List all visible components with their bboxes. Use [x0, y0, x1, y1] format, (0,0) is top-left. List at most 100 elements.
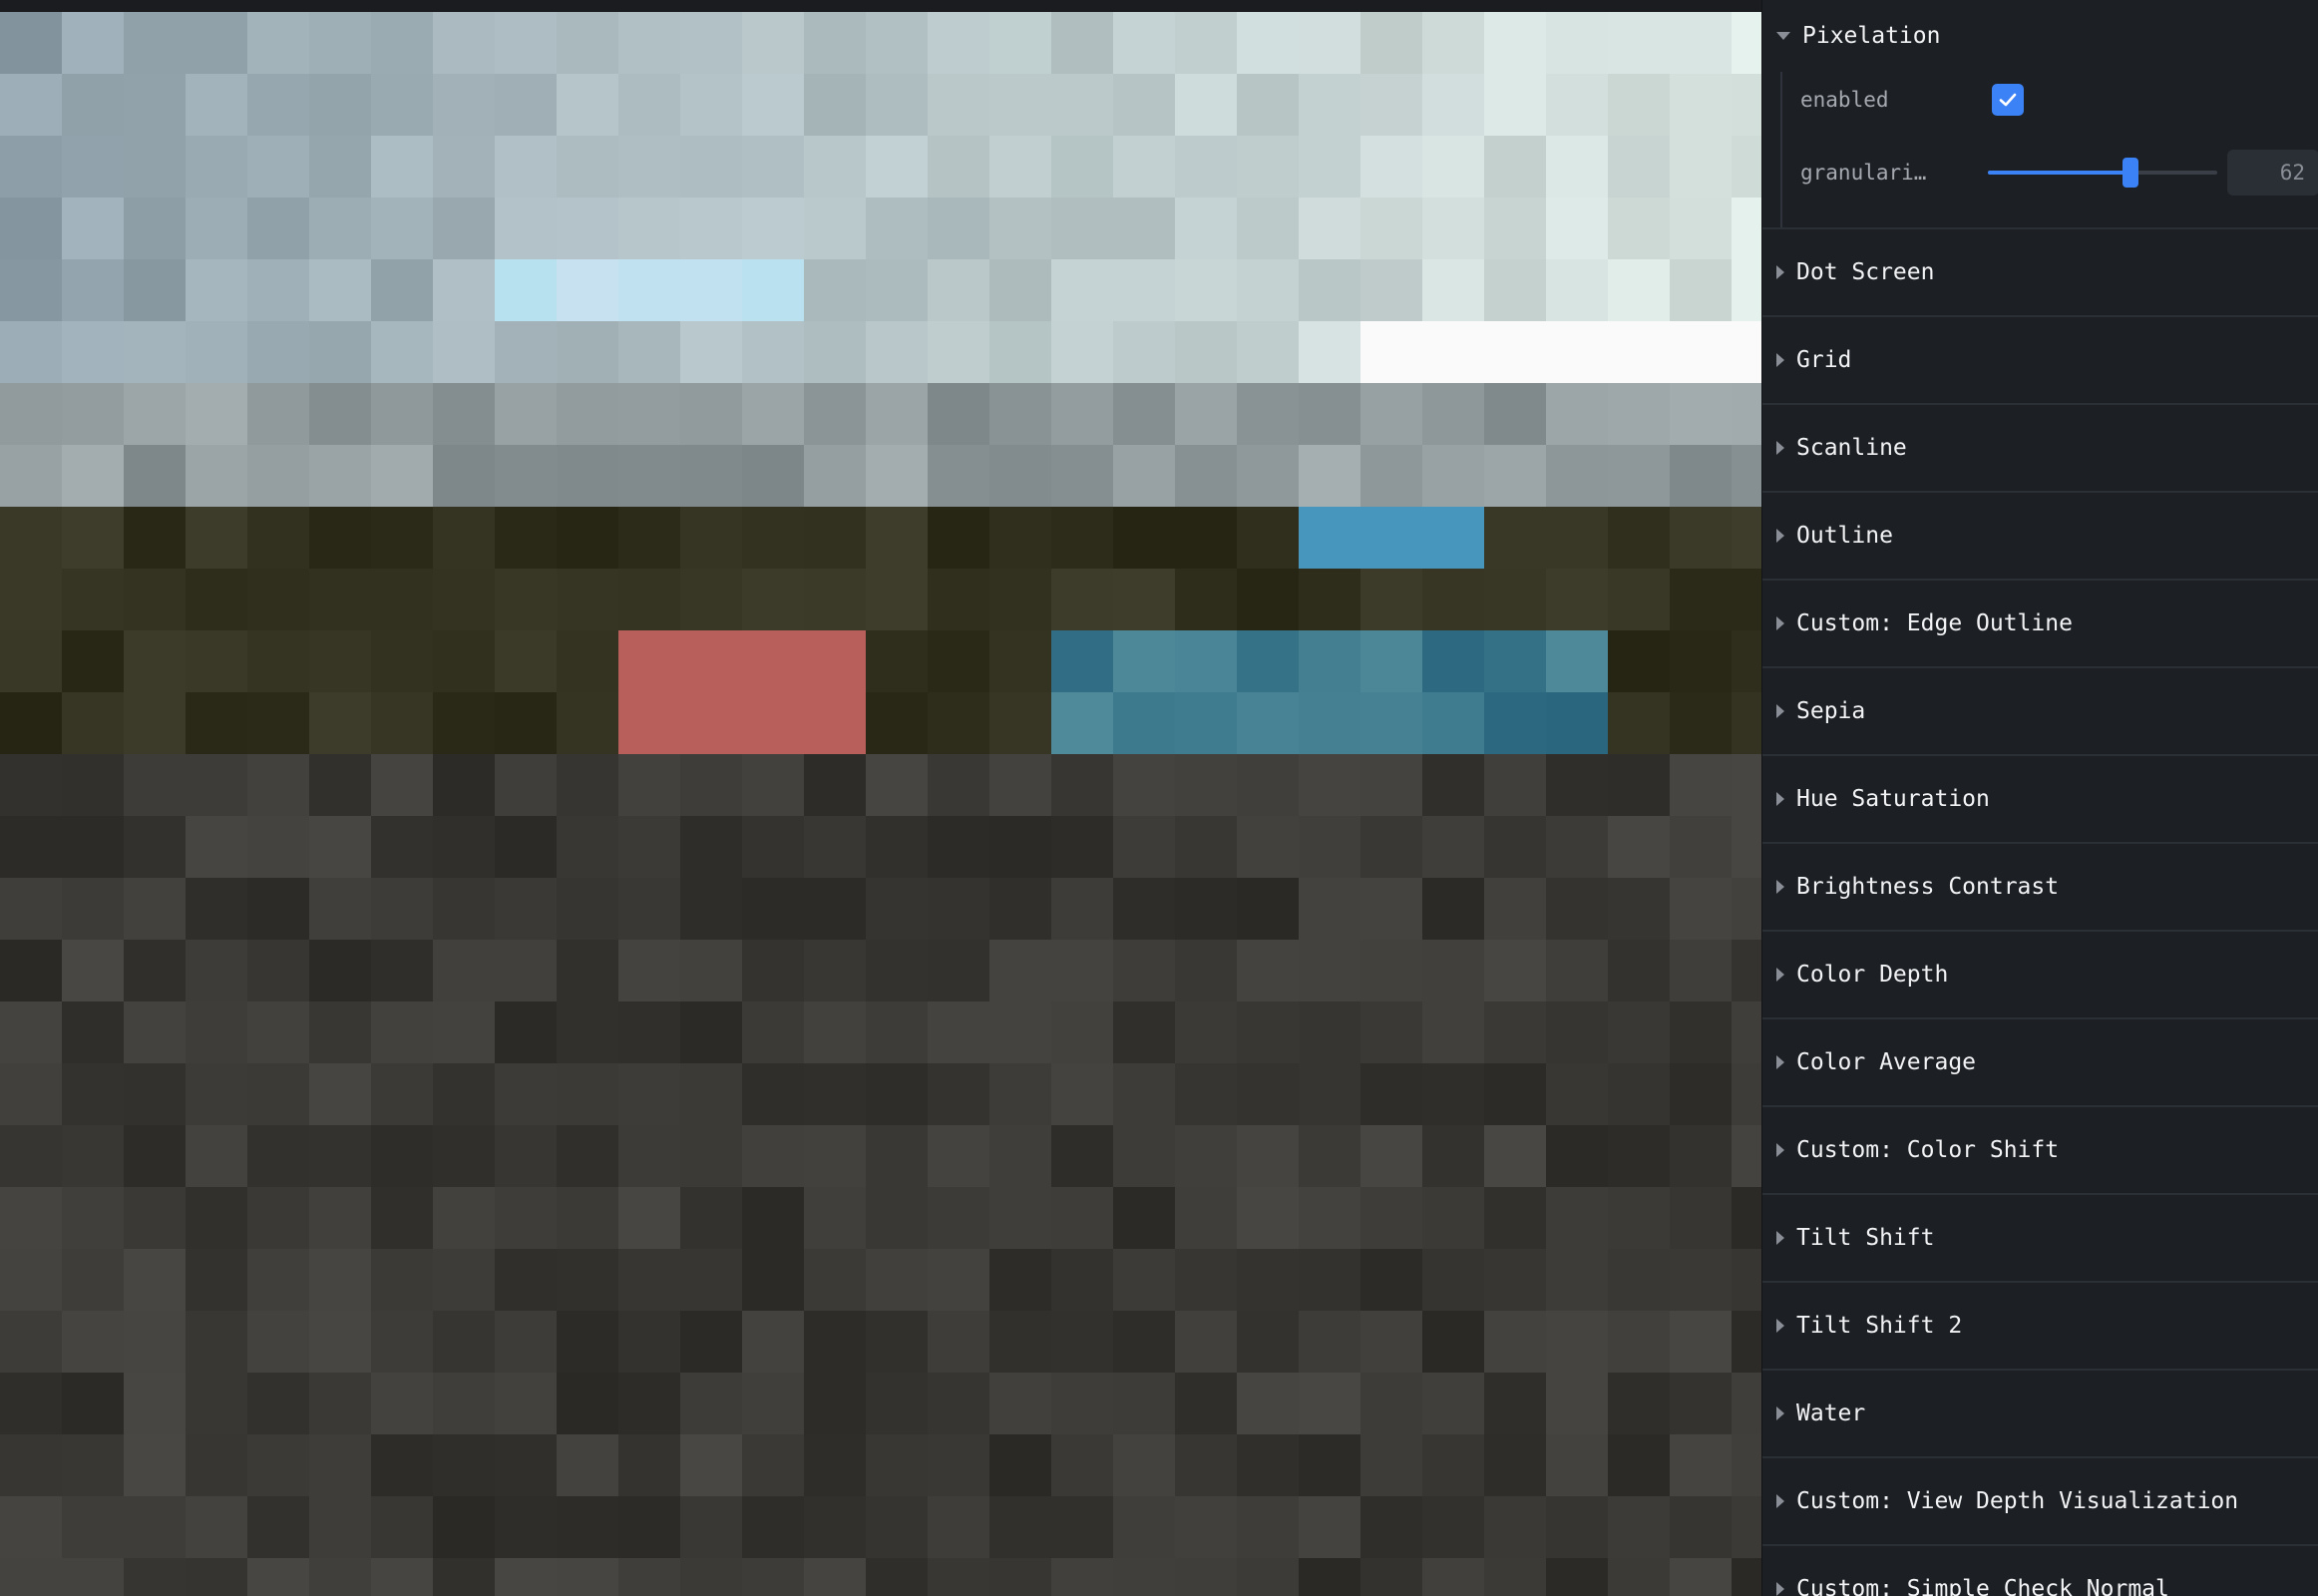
folder-scanline: Scanline [1762, 405, 2318, 493]
pixel-cell [1422, 198, 1484, 259]
pixel-cell [928, 1558, 989, 1596]
pixel-cell [742, 816, 804, 878]
pixel-cell [247, 136, 309, 198]
pixel-cell [309, 1063, 371, 1125]
pixel-cell [989, 816, 1051, 878]
pixel-cell [0, 259, 62, 321]
pixel-cell [989, 1311, 1051, 1373]
pixel-cell [1113, 940, 1175, 1001]
folder-title-custom-view-depth-visualization[interactable]: Custom: View Depth Visualization [1762, 1458, 2318, 1544]
folder-title-grid[interactable]: Grid [1762, 317, 2318, 403]
caret-right-icon [1776, 529, 1784, 543]
folder-title-sepia[interactable]: Sepia [1762, 668, 2318, 754]
pixel-cell [1113, 1373, 1175, 1434]
pixel-cell [247, 878, 309, 940]
pixel-cell [866, 1434, 928, 1496]
pixel-cell [62, 1001, 124, 1063]
caret-right-icon [1776, 616, 1784, 630]
pixel-cell [1670, 1249, 1732, 1311]
pixel-cell [618, 507, 680, 569]
folder-title-water[interactable]: Water [1762, 1371, 2318, 1456]
pixel-cell [866, 630, 928, 692]
pixel-cell [1422, 1063, 1484, 1125]
pixel-cell [495, 1001, 557, 1063]
pixel-cell [1175, 569, 1237, 630]
pixel-cell [1299, 507, 1360, 569]
pixel-cell [1360, 1001, 1422, 1063]
folder-title-pixelation[interactable]: Pixelation [1762, 0, 2318, 72]
pixel-cell [309, 1496, 371, 1558]
pixel-cell [989, 1249, 1051, 1311]
pixel-cell [1608, 1496, 1670, 1558]
folder-title-hue-saturation[interactable]: Hue Saturation [1762, 756, 2318, 842]
pixel-cell [1608, 321, 1670, 383]
pixel-cell [557, 1249, 618, 1311]
pixel-cell [62, 630, 124, 692]
pixel-cell [804, 630, 866, 692]
pixel-cell [1113, 198, 1175, 259]
folder-title-tilt-shift[interactable]: Tilt Shift [1762, 1195, 2318, 1281]
pixel-cell [1299, 1496, 1360, 1558]
pixel-cell [124, 878, 186, 940]
pixel-cell [742, 12, 804, 74]
folder-title-color-depth[interactable]: Color Depth [1762, 932, 2318, 1017]
folder-title-brightness-contrast[interactable]: Brightness Contrast [1762, 844, 2318, 930]
folder-title-outline[interactable]: Outline [1762, 493, 2318, 579]
folder-title-dot-screen[interactable]: Dot Screen [1762, 229, 2318, 315]
pixel-cell [1299, 940, 1360, 1001]
folder-title-custom-edge-outline[interactable]: Custom: Edge Outline [1762, 581, 2318, 666]
pixel-cell [247, 259, 309, 321]
pixel-cell [371, 1496, 433, 1558]
pixel-cell [1608, 754, 1670, 816]
slider-thumb[interactable] [2122, 158, 2138, 188]
granularity-slider[interactable] [1987, 158, 2217, 188]
pixel-cell [618, 878, 680, 940]
pixel-cell [1237, 507, 1299, 569]
pixel-cell [742, 692, 804, 754]
pixel-cell [62, 569, 124, 630]
effects-panel: Pixelation enabled granulari… 62 Dot Scr… [1761, 0, 2318, 1596]
pixel-cell [1175, 1249, 1237, 1311]
pixel-cell [928, 1434, 989, 1496]
folder-title-scanline[interactable]: Scanline [1762, 405, 2318, 491]
pixel-cell [186, 816, 247, 878]
pixel-cell [989, 507, 1051, 569]
pixel-cell [866, 1001, 928, 1063]
granularity-value-input[interactable]: 62 [2226, 150, 2318, 196]
render-viewport[interactable] [0, 12, 1761, 1596]
caret-right-icon [1776, 441, 1784, 455]
pixel-cell [371, 1434, 433, 1496]
pixel-cell [928, 1187, 989, 1249]
folder-title-tilt-shift-2[interactable]: Tilt Shift 2 [1762, 1283, 2318, 1369]
pixel-cell [1422, 1496, 1484, 1558]
pixel-cell [618, 74, 680, 136]
pixel-cell [309, 1125, 371, 1187]
pixel-cell [124, 692, 186, 754]
pixel-cell [124, 383, 186, 445]
folder-title-color-average[interactable]: Color Average [1762, 1019, 2318, 1105]
folder-title-custom-color-shift[interactable]: Custom: Color Shift [1762, 1107, 2318, 1193]
folder-custom-edge-outline: Custom: Edge Outline [1762, 581, 2318, 668]
pixel-cell [1484, 12, 1546, 74]
caret-right-icon [1776, 1231, 1784, 1245]
pixel-cell [1175, 445, 1237, 507]
pixel-cell [0, 383, 62, 445]
pixel-cell [1051, 12, 1113, 74]
pixel-cell [124, 1063, 186, 1125]
pixel-cell [495, 198, 557, 259]
pixel-cell [866, 816, 928, 878]
pixel-cell [1299, 1558, 1360, 1596]
pixel-cell [1422, 569, 1484, 630]
pixel-cell [680, 1249, 742, 1311]
pixel-cell [124, 445, 186, 507]
enabled-checkbox[interactable] [1992, 84, 2024, 116]
pixel-cell [309, 1373, 371, 1434]
pixel-cell [1237, 754, 1299, 816]
folder-title-custom-simple-check-normal[interactable]: Custom: Simple Check Normal [1762, 1546, 2318, 1596]
pixel-cell [1360, 1187, 1422, 1249]
pixel-cell [124, 1373, 186, 1434]
pixel-cell [186, 1249, 247, 1311]
pixel-cell [866, 445, 928, 507]
pixel-cell [1299, 1063, 1360, 1125]
pixel-cell [433, 12, 495, 74]
